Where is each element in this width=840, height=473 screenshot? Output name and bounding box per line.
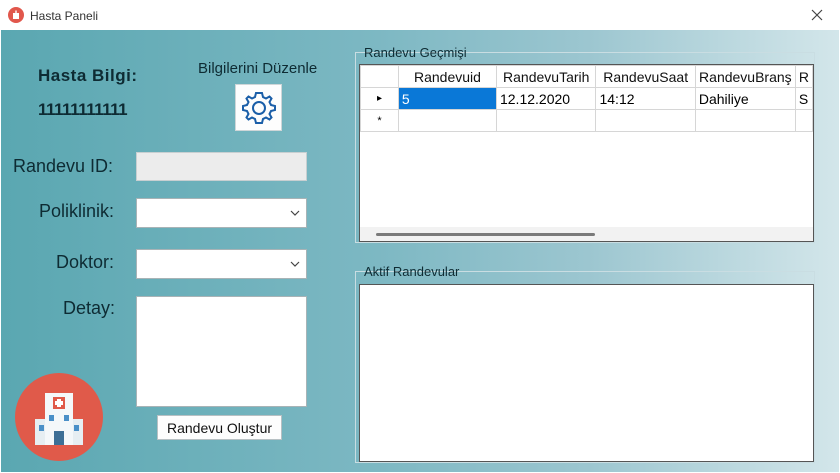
table-cell[interactable]: 5 (397, 87, 497, 110)
close-button[interactable] (794, 0, 840, 30)
column-header[interactable]: Randevuid (397, 65, 497, 88)
hospital-logo-icon (15, 373, 103, 461)
horizontal-scrollbar[interactable] (360, 227, 813, 241)
randevu-id-field (136, 152, 307, 181)
active-group-title: Aktif Randevular (364, 264, 460, 279)
column-header[interactable]: RandevuTarih (495, 65, 597, 88)
chevron-down-icon (290, 210, 300, 216)
table-cell[interactable] (495, 109, 597, 132)
history-group: Randevu Geçmişi Randevuid RandevuTarih R… (355, 45, 815, 243)
table-cell[interactable] (397, 109, 497, 132)
table-row[interactable]: ▸ 5 12.12.2020 14:12 Dahiliye S (360, 87, 813, 110)
active-group: Aktif Randevular (355, 264, 815, 463)
table-cell[interactable]: 14:12 (595, 87, 696, 110)
edit-info-button[interactable] (235, 84, 282, 131)
patient-panel: Hasta Bilgi: 11111111111 Bilgilerini Düz… (1, 30, 839, 472)
table-cell[interactable]: S (794, 87, 813, 110)
poliklinik-label: Poliklinik: (39, 201, 115, 221)
active-appointments-grid[interactable] (359, 284, 814, 462)
patient-tc-value: 11111111111 (38, 100, 128, 119)
poliklinik-select[interactable] (136, 198, 307, 228)
edit-info-label: Bilgilerini Düzenle (198, 60, 318, 77)
history-header-row: Randevuid RandevuTarih RandevuSaat Rande… (360, 65, 813, 88)
chevron-down-icon (290, 261, 300, 267)
table-cell[interactable] (595, 109, 696, 132)
history-group-title: Randevu Geçmişi (364, 45, 467, 60)
table-cell[interactable] (694, 109, 796, 132)
window-title: Hasta Paneli (30, 9, 99, 23)
new-row-icon[interactable]: * (360, 109, 399, 132)
column-header[interactable]: RandevuBranş (694, 65, 796, 88)
hospital-app-icon (8, 7, 24, 23)
title-bar: Hasta Paneli (0, 0, 840, 30)
scrollbar-thumb[interactable] (376, 233, 595, 236)
detay-label: Detay: (63, 298, 116, 318)
table-cell[interactable]: 12.12.2020 (495, 87, 597, 110)
doktor-label: Doktor: (56, 252, 115, 272)
detay-textarea[interactable] (136, 296, 307, 407)
column-header[interactable]: RandevuSaat (595, 65, 696, 88)
randevu-id-label: Randevu ID: (13, 156, 114, 176)
row-header-corner (360, 65, 399, 88)
column-header[interactable]: R (794, 65, 813, 88)
history-grid[interactable]: Randevuid RandevuTarih RandevuSaat Rande… (359, 64, 814, 242)
create-appointment-button[interactable]: Randevu Oluştur (157, 415, 282, 440)
table-cell[interactable]: Dahiliye (694, 87, 796, 110)
close-icon (811, 9, 823, 21)
gear-icon (241, 91, 276, 124)
table-row-new[interactable]: * (360, 109, 813, 132)
table-cell[interactable] (794, 109, 813, 132)
row-selector-icon[interactable]: ▸ (360, 87, 399, 110)
patient-info-label: Hasta Bilgi: (38, 66, 138, 85)
doktor-select[interactable] (136, 249, 307, 279)
